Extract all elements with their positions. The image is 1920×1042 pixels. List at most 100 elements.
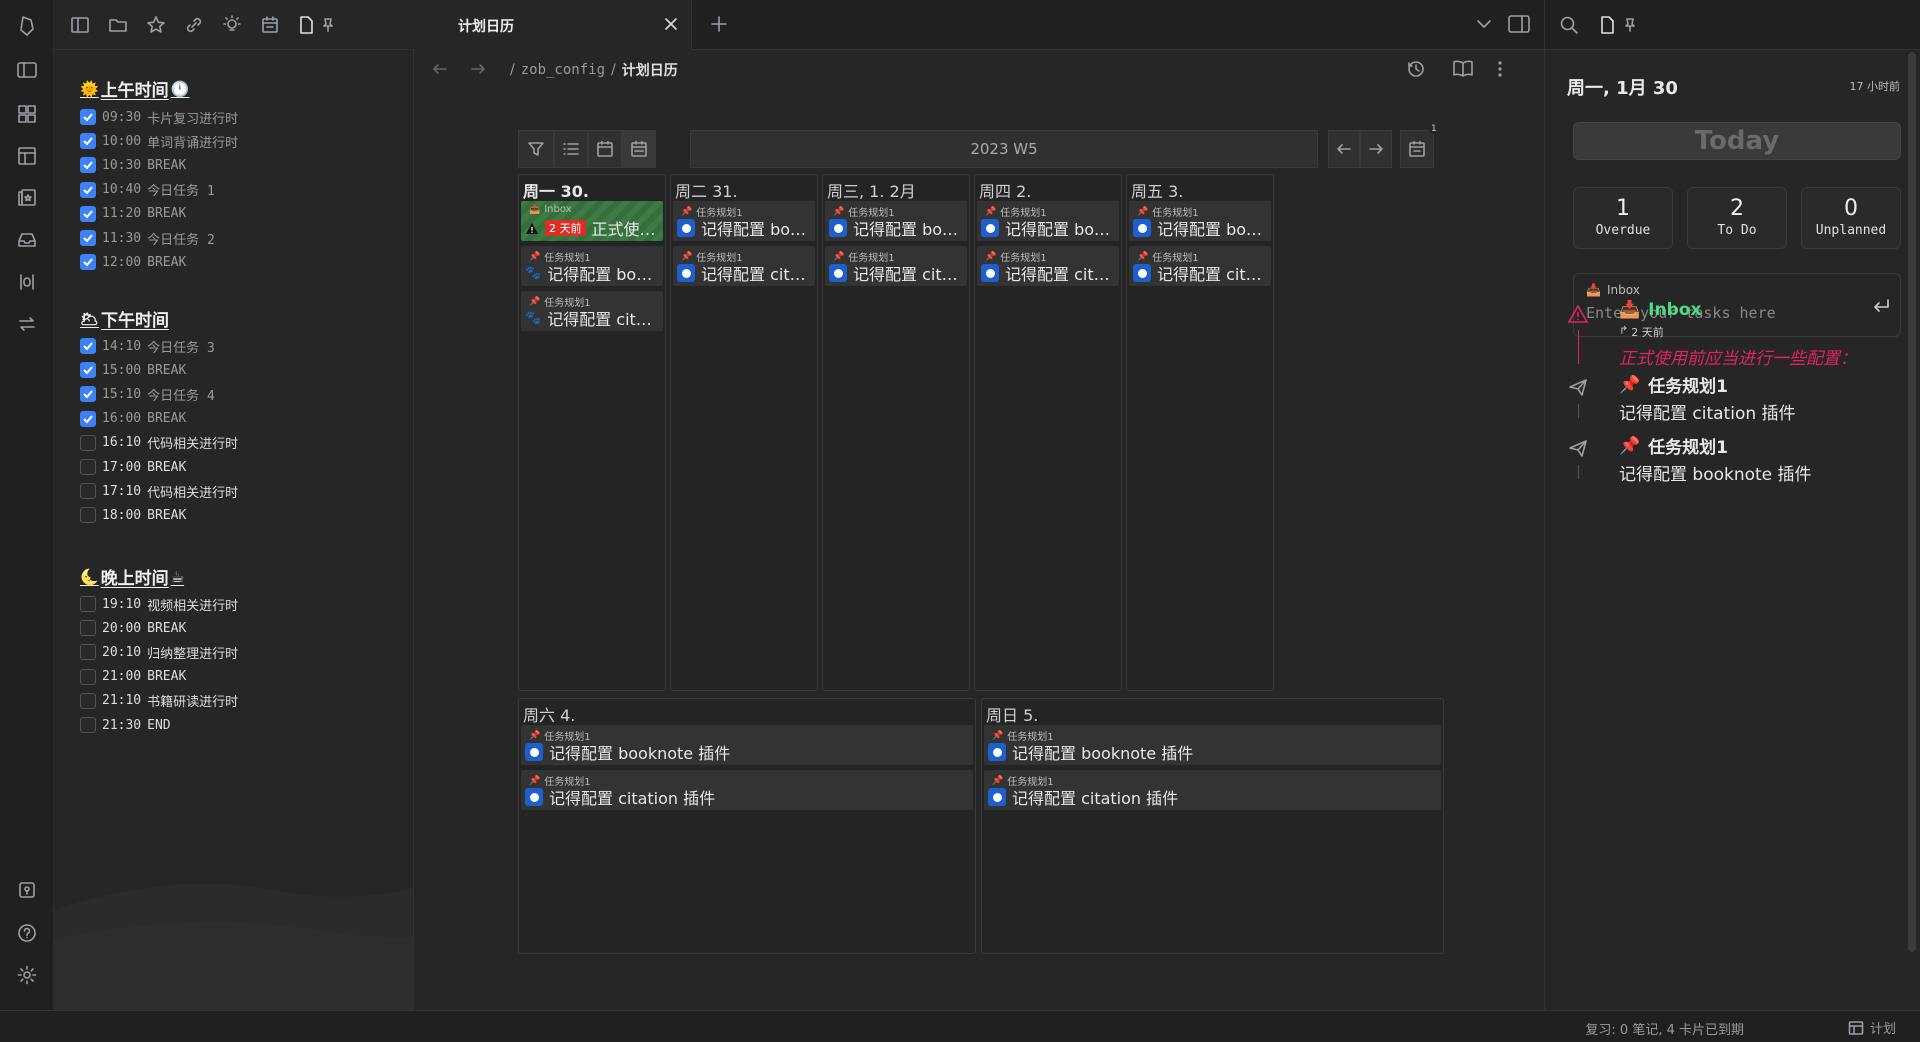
day-column[interactable]: 周二 31.📌任务规划1记得配置 booknote 插件 📌任务规划1记得配置 c… xyxy=(670,174,818,691)
layout-icon[interactable] xyxy=(15,144,39,168)
schedule-task[interactable]: 20:10 归纳整理进行时 xyxy=(80,642,238,662)
forward-arrow-icon[interactable] xyxy=(470,61,486,77)
checkbox-checked[interactable] xyxy=(80,157,96,174)
completed-status-icon[interactable]: 🐾 xyxy=(525,311,541,326)
inbox-icon[interactable] xyxy=(15,228,39,252)
schedule-task[interactable]: 11:30 今日任务 2 xyxy=(80,228,215,248)
checkbox-checked[interactable] xyxy=(80,254,96,271)
filter-button[interactable] xyxy=(518,130,554,168)
schedule-task[interactable]: 17:00 BREAK xyxy=(80,457,186,477)
vault-switch-icon[interactable] xyxy=(15,878,39,902)
checkbox-checked[interactable] xyxy=(80,181,96,198)
overdue-stat[interactable]: 1 Overdue xyxy=(1573,187,1673,249)
file-explorer-icon[interactable] xyxy=(68,13,92,37)
right-panel-scrollbar[interactable] xyxy=(1908,52,1916,952)
next-week-button[interactable] xyxy=(1360,130,1392,168)
schedule-task[interactable]: 19:10 视频相关进行时 xyxy=(80,594,238,614)
breadcrumb-folder[interactable]: zob_config xyxy=(521,62,605,78)
task-status-circle-icon[interactable] xyxy=(1133,219,1151,237)
schedule-task[interactable]: 12:00 BREAK xyxy=(80,252,186,272)
quick-add-project[interactable]: 📥 Inbox xyxy=(1586,283,1640,297)
checkbox-unchecked[interactable] xyxy=(80,668,96,685)
schedule-task[interactable]: 15:00 BREAK xyxy=(80,360,186,380)
task-card[interactable]: 📌任务规划1记得配置 booknote 插件 xyxy=(521,725,973,765)
agenda-item[interactable]: 📌 任务规划1 记得配置 citation 插件 xyxy=(1567,372,1907,424)
schedule-task[interactable]: 20:00 BREAK xyxy=(80,618,186,638)
agenda-item-overdue[interactable]: 📥 Inbox ↱ 2 天前 正式使用前应当进行一些配置： xyxy=(1567,300,1907,369)
task-card[interactable]: 📌任务规划1记得配置 citation 插件 xyxy=(673,246,815,286)
tab-plan-calendar[interactable]: 计划日历 xyxy=(414,0,692,50)
flashcards-icon[interactable] xyxy=(15,186,39,210)
task-card[interactable]: 📌任务规划1记得配置 citation 插件 xyxy=(977,246,1119,286)
back-arrow-icon[interactable] xyxy=(432,61,448,77)
day-column[interactable]: 周一 30.📥Inbox2 天前正式使用前应当进行一些配置：📌任务规划1🐾记得配… xyxy=(518,174,666,691)
star-icon[interactable] xyxy=(144,13,168,37)
checkbox-checked[interactable] xyxy=(80,109,96,125)
tab-list-chevron-icon[interactable] xyxy=(1476,18,1492,30)
dashboard-icon[interactable] xyxy=(15,102,39,126)
pin-icon[interactable] xyxy=(1623,17,1637,33)
link-icon[interactable] xyxy=(182,13,206,37)
task-card[interactable]: 📌任务规划1记得配置 citation 插件 xyxy=(1129,246,1271,286)
schedule-task[interactable]: 10:30 BREAK xyxy=(80,155,186,175)
schedule-task[interactable]: 16:00 BREAK xyxy=(80,409,186,429)
task-card[interactable]: 📌任务规划1记得配置 citation 插件 xyxy=(825,246,967,286)
schedule-task[interactable]: 09:30 卡片复习进行时 xyxy=(80,107,238,127)
checkbox-unchecked[interactable] xyxy=(80,459,96,475)
folder-icon[interactable] xyxy=(106,13,130,37)
task-status-circle-icon[interactable] xyxy=(981,219,999,237)
checkbox-checked[interactable] xyxy=(80,338,96,354)
checkbox-unchecked[interactable] xyxy=(80,692,96,709)
task-status-circle-icon[interactable] xyxy=(525,743,543,761)
task-status-circle-icon[interactable] xyxy=(981,264,999,282)
day-column[interactable]: 周六 4. 📌 任务规划1 记得配置 booknote 插件 📌 任务规划1 记得配置 ci… xyxy=(518,698,976,954)
checkbox-checked[interactable] xyxy=(80,410,96,427)
schedule-task[interactable]: 21:10 书籍研读进行时 xyxy=(80,691,238,711)
schedule-task[interactable]: 10:00 单词背诵进行时 xyxy=(80,131,238,151)
page-icon[interactable] xyxy=(294,13,318,37)
lightbulb-icon[interactable] xyxy=(220,13,244,37)
agenda-item[interactable]: 📌 任务规划1 记得配置 booknote 插件 xyxy=(1567,433,1907,485)
checkbox-unchecked[interactable] xyxy=(80,483,96,500)
task-status-circle-icon[interactable] xyxy=(829,264,847,282)
day-column[interactable]: 周四 2.📌任务规划1记得配置 booknote 插件 📌任务规划1记得配置 ci… xyxy=(974,174,1122,691)
help-icon[interactable] xyxy=(15,921,39,945)
schedule-task[interactable]: 17:10 代码相关进行时 xyxy=(80,481,238,501)
calendar-icon[interactable] xyxy=(258,13,282,37)
history-icon[interactable] xyxy=(1406,59,1426,79)
week-view-button[interactable] xyxy=(622,130,656,168)
task-card[interactable]: 📌任务规划1记得配置 booknote 插件 xyxy=(977,201,1119,241)
task-card[interactable]: 📌任务规划1🐾记得配置 booknote 插件 xyxy=(521,246,663,286)
close-tab-icon[interactable] xyxy=(663,16,679,32)
checkbox-checked[interactable] xyxy=(80,205,96,222)
switch-arrows-icon[interactable] xyxy=(15,312,39,336)
completed-status-icon[interactable]: 🐾 xyxy=(525,266,541,281)
checkbox-unchecked[interactable] xyxy=(80,434,96,451)
checkbox-checked[interactable] xyxy=(80,362,96,379)
task-status-circle-icon[interactable] xyxy=(677,264,695,282)
schedule-task[interactable]: 16:10 代码相关进行时 xyxy=(80,433,238,453)
month-view-button[interactable] xyxy=(588,130,622,168)
task-card[interactable]: 📥Inbox 2 天前正式使用前应当进行一些配置： xyxy=(521,201,663,241)
task-card[interactable]: 📌任务规划1记得配置 booknote 插件 xyxy=(825,201,967,241)
task-card[interactable]: 📌任务规划1记得配置 booknote 插件 xyxy=(1129,201,1271,241)
schedule-task[interactable]: 11:20 BREAK xyxy=(80,204,186,224)
schedule-task[interactable]: 18:00 BREAK xyxy=(80,505,186,525)
task-status-circle-icon[interactable] xyxy=(988,788,1006,806)
plan-status[interactable]: 计划 xyxy=(1848,1018,1896,1037)
checkbox-checked[interactable] xyxy=(80,133,96,150)
checkbox-unchecked[interactable] xyxy=(80,620,96,637)
day-column[interactable]: 周日 5. 📌 任务规划1 记得配置 booknote 插件 📌 任务规划1 记得配置 ci… xyxy=(981,698,1444,954)
task-status-circle-icon[interactable] xyxy=(829,219,847,237)
checkbox-checked[interactable] xyxy=(80,230,96,246)
task-card[interactable]: 📌任务规划1记得配置 citation 插件 xyxy=(521,770,973,810)
schedule-task[interactable]: 15:10 今日任务 4 xyxy=(80,384,215,404)
columns-icon[interactable] xyxy=(15,270,39,294)
checkbox-checked[interactable] xyxy=(80,386,96,403)
toggle-right-sidebar-icon[interactable] xyxy=(1508,15,1530,33)
pin-icon[interactable] xyxy=(316,13,340,37)
more-options-icon[interactable] xyxy=(1496,59,1504,79)
task-card[interactable]: 📌任务规划1记得配置 booknote 插件 xyxy=(673,201,815,241)
list-view-button[interactable] xyxy=(554,130,588,168)
search-icon[interactable] xyxy=(1559,15,1579,35)
